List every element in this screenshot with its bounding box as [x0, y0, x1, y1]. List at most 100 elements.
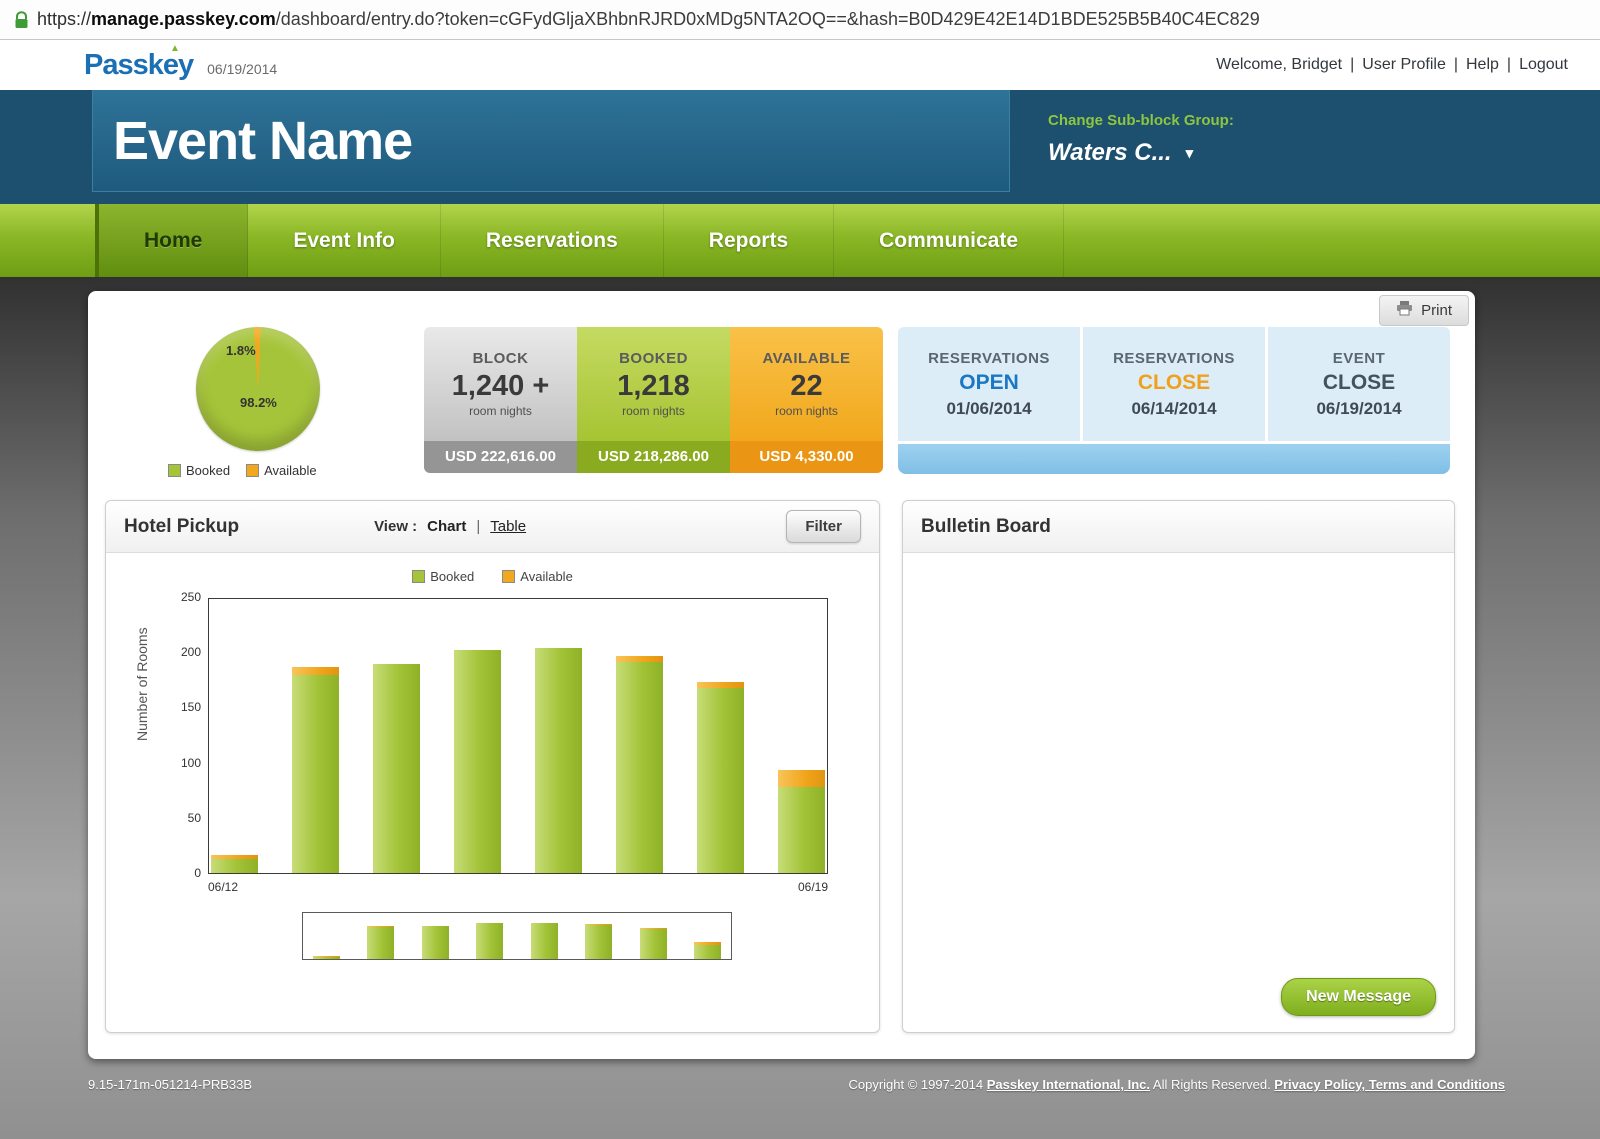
- bar-segment-booked: [211, 859, 258, 873]
- y-tick-250: 250: [171, 590, 201, 604]
- bar-06/17: [616, 656, 663, 873]
- bar-segment-booked: [640, 929, 667, 959]
- nav-tab-home[interactable]: Home: [95, 204, 248, 277]
- url-scheme: https://: [37, 9, 91, 29]
- bars-container: [209, 599, 827, 873]
- range-navigator[interactable]: [302, 912, 732, 960]
- plot-area: 050100150200250: [208, 598, 828, 874]
- new-message-button[interactable]: New Message: [1281, 978, 1436, 1016]
- event-close-block: EVENT CLOSE 06/19/2014: [1268, 327, 1450, 441]
- pie-chart: 1.8% 98.2%: [196, 327, 320, 451]
- chart-legend: Booked Available: [106, 569, 879, 584]
- version-text: 9.15-171m-051214-PRB33B: [88, 1077, 252, 1092]
- stat-title: AVAILABLE: [762, 350, 850, 367]
- bulletin-board-title: Bulletin Board: [921, 516, 1051, 538]
- key-dates-strip: [898, 444, 1450, 474]
- legend-booked: Booked: [168, 463, 230, 478]
- user-profile-link[interactable]: User Profile: [1362, 56, 1446, 74]
- url-path: /dashboard/entry.do?token=cGFydGljaXBhbn…: [276, 9, 1260, 29]
- change-group-label: Change Sub-block Group:: [1048, 112, 1234, 129]
- booked-swatch-icon: [168, 464, 181, 477]
- nav-tab-communicate[interactable]: Communicate: [834, 204, 1064, 277]
- group-dropdown[interactable]: Waters C... ▾: [1048, 139, 1234, 167]
- lock-icon: [14, 11, 29, 29]
- room-night-stats: BLOCK 1,240 + room nights USD 222,616.00…: [424, 327, 883, 473]
- event-name-panel: Event Name: [92, 90, 1010, 192]
- bar-segment-booked: [292, 675, 339, 873]
- company-link[interactable]: Passkey International, Inc.: [987, 1077, 1150, 1092]
- reservations-close-block: RESERVATIONS CLOSE 06/14/2014: [1083, 327, 1265, 441]
- copyright-text: Copyright © 1997-2014 Passkey Internatio…: [848, 1077, 1505, 1092]
- stat-usd: USD 218,286.00: [577, 441, 730, 473]
- logout-link[interactable]: Logout: [1519, 56, 1568, 74]
- logo-accent-icon: ▲: [170, 43, 180, 54]
- kdate-date: 06/14/2014: [1131, 399, 1216, 419]
- panels-row: Hotel Pickup View : Chart | Table Filter…: [88, 478, 1475, 1033]
- filter-button[interactable]: Filter: [786, 510, 861, 543]
- bar-06/13: [367, 926, 394, 959]
- bar-segment-booked: [454, 650, 501, 873]
- y-tick-200: 200: [171, 645, 201, 659]
- stat-booked: BOOKED 1,218 room nights USD 218,286.00: [577, 327, 730, 473]
- main-nav: Home Event Info Reservations Reports Com…: [0, 204, 1600, 277]
- rights-text: All Rights Reserved.: [1150, 1077, 1274, 1092]
- bar-segment-booked: [535, 648, 582, 873]
- bar-06/18: [640, 928, 667, 959]
- kdate-date: 06/19/2014: [1316, 399, 1401, 419]
- bar-segment-booked: [697, 688, 744, 873]
- header-links: Welcome, Bridget | User Profile | Help |…: [1216, 56, 1568, 74]
- hotel-pickup-panel: Hotel Pickup View : Chart | Table Filter…: [105, 500, 880, 1033]
- kdate-title: EVENT: [1333, 350, 1386, 367]
- stat-title: BLOCK: [473, 350, 529, 367]
- print-button[interactable]: Print: [1379, 295, 1469, 326]
- kdate-title: RESERVATIONS: [1113, 350, 1235, 367]
- bar-segment-booked: [616, 662, 663, 873]
- help-link[interactable]: Help: [1466, 56, 1499, 74]
- group-value-text: Waters C...: [1048, 139, 1172, 167]
- bar-segment-booked: [422, 926, 449, 959]
- bar-segment-booked: [585, 925, 612, 959]
- browser-url-bar[interactable]: https://manage.passkey.com/dashboard/ent…: [0, 0, 1600, 40]
- booked-swatch-icon: [412, 570, 425, 583]
- x-axis-labels: 06/12 06/19: [208, 880, 828, 894]
- y-tick-0: 0: [171, 866, 201, 880]
- view-label: View :: [374, 518, 417, 535]
- view-controls: View : Chart | Table: [374, 518, 526, 535]
- stat-usd: USD 4,330.00: [730, 441, 883, 473]
- bar-06/13: [292, 667, 339, 873]
- reservations-open-block: RESERVATIONS OPEN 01/06/2014: [898, 327, 1080, 441]
- booked-available-pie: [196, 327, 320, 451]
- pie-booked-label: 98.2%: [240, 395, 277, 410]
- sub-block-group-box: Change Sub-block Group: Waters C... ▾: [1048, 112, 1234, 167]
- hotel-pickup-chart: Booked Available Number of Rooms 0501001…: [106, 553, 879, 960]
- bar-segment-available: [292, 667, 339, 675]
- bar-06/14: [422, 926, 449, 959]
- key-dates-row: RESERVATIONS OPEN 01/06/2014 RESERVATION…: [898, 327, 1450, 441]
- available-swatch-icon: [246, 464, 259, 477]
- bar-06/14: [373, 664, 420, 873]
- bar-06/12: [313, 956, 340, 959]
- url-domain: manage.passkey.com: [91, 9, 276, 29]
- bar-06/15: [476, 923, 503, 959]
- x-label-end: 06/19: [798, 880, 828, 894]
- legal-link[interactable]: Privacy Policy, Terms and Conditions: [1274, 1077, 1505, 1092]
- chart-legend-available: Available: [502, 569, 573, 584]
- bar-06/19: [778, 770, 825, 873]
- kdate-status: CLOSE: [1138, 371, 1210, 395]
- nav-tab-event-info[interactable]: Event Info: [248, 204, 441, 277]
- kdate-title: RESERVATIONS: [928, 350, 1050, 367]
- separator: |: [1454, 56, 1458, 74]
- bar-segment-booked: [531, 923, 558, 959]
- logo-wrap: Passkey ▲ 06/19/2014: [84, 49, 277, 82]
- nav-tab-reservations[interactable]: Reservations: [441, 204, 664, 277]
- view-chart-option[interactable]: Chart: [427, 518, 466, 535]
- bar-segment-booked: [694, 945, 721, 959]
- bulletin-board-header: Bulletin Board: [903, 501, 1454, 553]
- stat-block: BLOCK 1,240 + room nights USD 222,616.00: [424, 327, 577, 473]
- kdate-status: CLOSE: [1323, 371, 1395, 395]
- view-table-option[interactable]: Table: [490, 518, 526, 535]
- nav-tab-reports[interactable]: Reports: [664, 204, 834, 277]
- x-label-start: 06/12: [208, 880, 238, 894]
- stat-value: 1,240 +: [452, 370, 550, 403]
- chevron-down-icon: ▾: [1186, 144, 1194, 162]
